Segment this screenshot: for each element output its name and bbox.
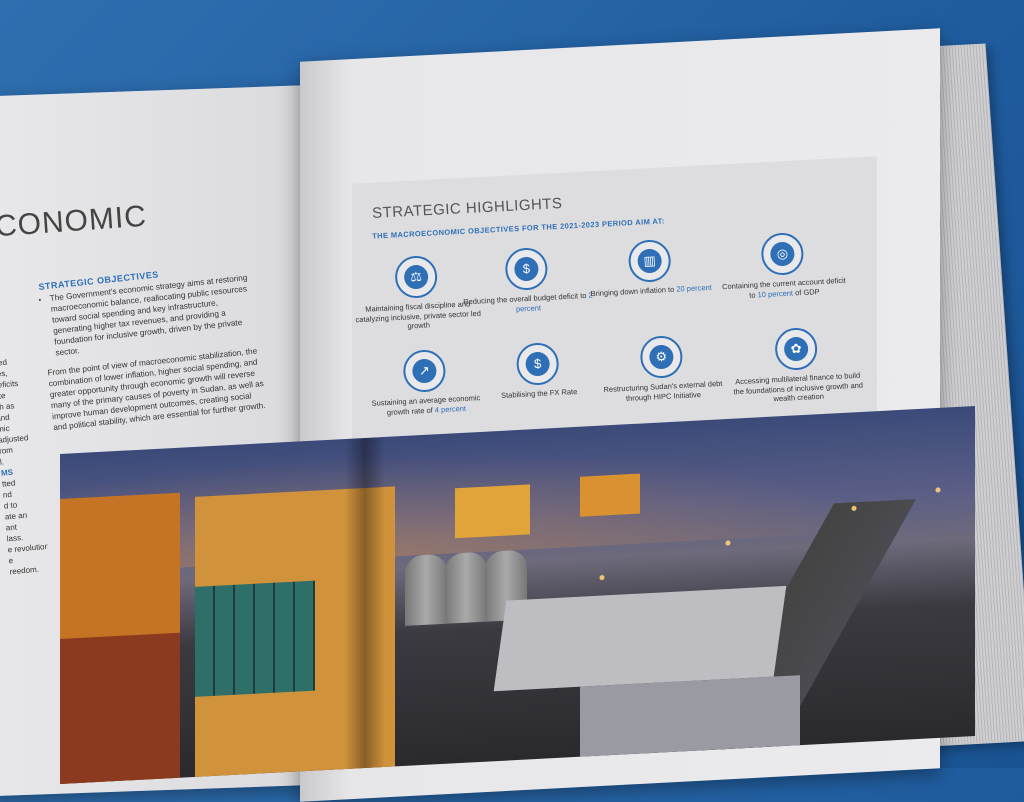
plant-money-icon: ✿	[774, 326, 819, 372]
industrial-complex-photo	[60, 406, 975, 784]
highlight-item: ◎ Containing the current account deficit…	[716, 230, 849, 302]
book-gutter-shadow	[345, 436, 385, 770]
body-paragraph: From the point of view of macroeconomic …	[47, 346, 266, 433]
warehouse-roof	[493, 585, 787, 692]
silo	[405, 553, 447, 626]
coins-icon: ◎	[760, 231, 805, 277]
highlight-item: ✿ Accessing multilateral finance to buil…	[730, 325, 864, 406]
glass-facade	[195, 580, 315, 697]
scale-icon: ⚖	[394, 254, 439, 300]
budget-icon: $	[504, 246, 549, 292]
highlight-item: ⚙ Restructuring Sudan's external debt th…	[595, 333, 728, 405]
fx-icon: $	[515, 341, 560, 387]
highlight-item: ▥ Bringing down inflation to 20 percent	[584, 237, 717, 299]
strategic-objectives-block: STRATEGIC OBJECTIVES The Government's ec…	[38, 260, 269, 442]
yellow-building-far	[580, 473, 640, 517]
highlight-item: $ Reducing the overall budget deficit to…	[460, 245, 593, 317]
city-lights	[560, 445, 975, 608]
gear-icon: ⚙	[639, 334, 684, 380]
open-report-spread: CONOMIC n rited ges, deficits ate ch as …	[0, 0, 1024, 802]
silo	[445, 551, 487, 624]
warehouse-foreground	[580, 675, 800, 757]
yellow-building	[455, 484, 530, 539]
red-building-base	[60, 632, 180, 784]
growth-icon: ↗	[402, 348, 447, 394]
highlight-item: $ Stabilising the FX Rate	[472, 340, 605, 402]
inflation-chart-icon: ▥	[627, 238, 672, 284]
